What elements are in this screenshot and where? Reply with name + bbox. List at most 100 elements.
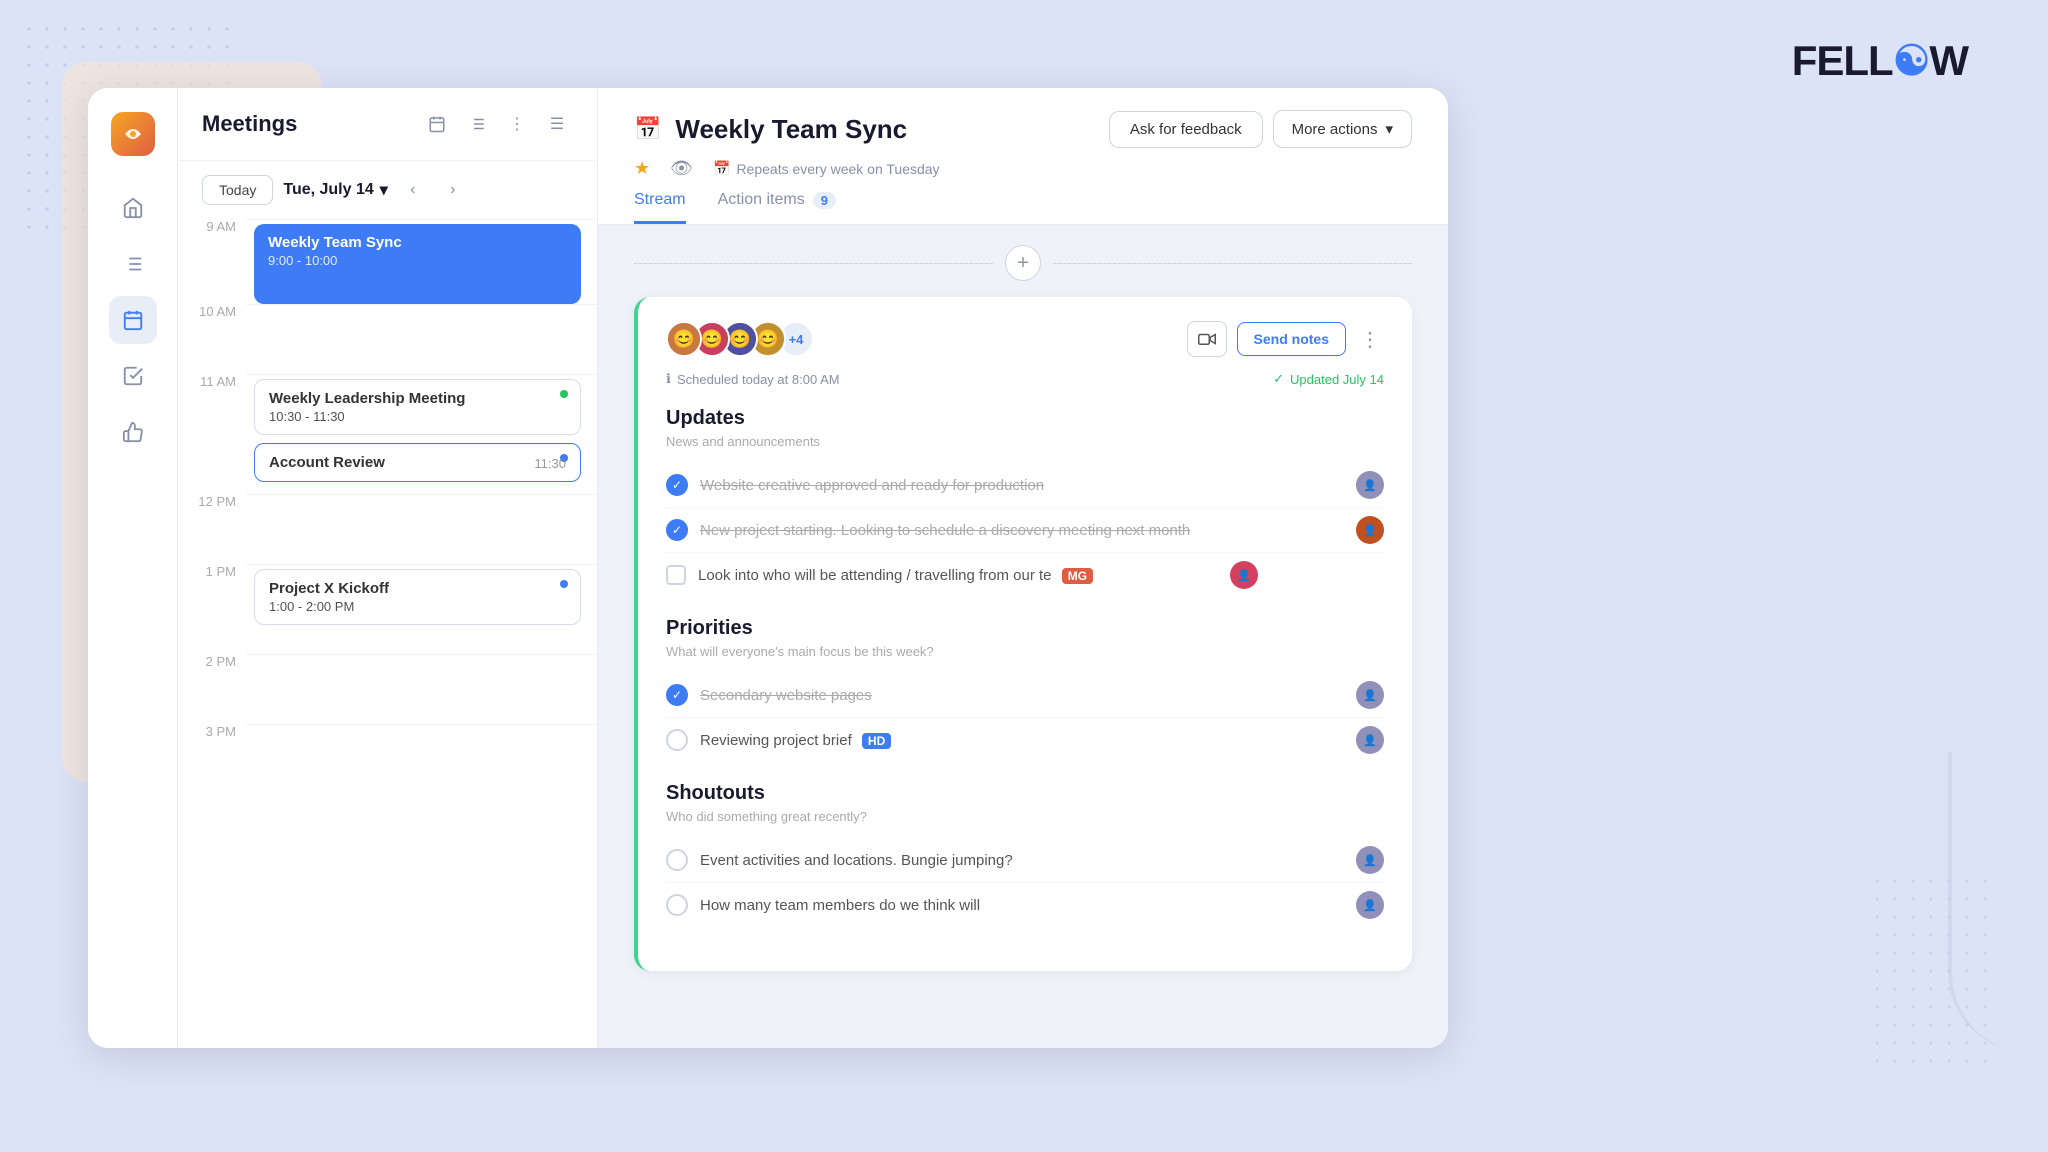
time-slot-11am: 11 AM Weekly Leadership Meeting 10:30 - … [178, 374, 597, 494]
card-meta: ℹ Scheduled today at 8:00 AM ✓ Updated J… [666, 371, 1384, 387]
section-title-updates: Updates [666, 407, 1384, 430]
background-curve [1948, 752, 2048, 1052]
scheduled-text: Scheduled today at 8:00 AM [677, 372, 840, 387]
section-subtitle-priorities: What will everyone's main focus be this … [666, 644, 1384, 659]
calendar-scroll: 9 AM Weekly Team Sync 9:00 - 10:00 10 AM… [178, 219, 597, 1048]
list-item: ✓ Secondary website pages 👤 [666, 673, 1384, 718]
check-icon: ✓ [1273, 371, 1284, 387]
check-icon: ✓ [666, 474, 688, 496]
item-avatar: 👤 [1356, 471, 1384, 499]
item-avatar: 👤 [1356, 726, 1384, 754]
tab-stream-label: Stream [634, 191, 686, 209]
sidebar-item-notes[interactable] [109, 240, 157, 288]
checkbox-icon[interactable] [666, 565, 686, 585]
event-title: Project X Kickoff [269, 580, 566, 597]
video-call-button[interactable] [1187, 321, 1227, 357]
repeat-calendar-icon: 📅 [713, 160, 730, 177]
sidebar-item-tasks[interactable] [109, 352, 157, 400]
event-weekly-team-sync[interactable]: Weekly Team Sync 9:00 - 10:00 [254, 224, 581, 304]
meeting-tabs: Stream Action items 9 [634, 191, 1412, 224]
app-container: Meetings [88, 88, 1448, 1048]
updated-text: Updated July 14 [1290, 372, 1384, 387]
circle-icon[interactable] [666, 729, 688, 751]
time-slot-1pm: 1 PM Project X Kickoff 1:00 - 2:00 PM [178, 564, 597, 654]
next-week-button[interactable]: › [438, 175, 468, 205]
item-avatar: 👤 [1356, 516, 1384, 544]
event-title: Account Review [269, 454, 385, 471]
chevron-down-icon: ▾ [380, 180, 388, 200]
circle-icon[interactable] [666, 894, 688, 916]
time-slot-2pm: 2 PM [178, 654, 597, 724]
date-picker[interactable]: Tue, July 14 ▾ [283, 180, 387, 200]
time-label-12pm: 12 PM [178, 494, 246, 564]
calendar-nav: Today Tue, July 14 ▾ ‹ › [178, 161, 597, 219]
event-weekly-leadership[interactable]: Weekly Leadership Meeting 10:30 - 11:30 [254, 379, 581, 435]
calendar-view-month-btn[interactable] [421, 108, 453, 140]
time-events-9am: Weekly Team Sync 9:00 - 10:00 [246, 219, 597, 304]
time-events-1pm: Project X Kickoff 1:00 - 2:00 PM [246, 564, 597, 654]
section-subtitle-shoutouts: Who did something great recently? [666, 809, 1384, 824]
add-section-row: + [634, 245, 1412, 281]
eye-icon[interactable]: 👁 [670, 158, 693, 179]
time-label-11am: 11 AM [178, 374, 246, 494]
more-actions-button[interactable]: More actions ▾ [1273, 110, 1412, 148]
time-events-2pm [246, 654, 597, 724]
event-dot-blue [560, 580, 568, 588]
calendar-more-btn[interactable]: ⋮ [501, 108, 533, 140]
item-avatar: 👤 [1356, 891, 1384, 919]
calendar-view-list-btn[interactable] [461, 108, 493, 140]
item-text: Secondary website pages [700, 687, 1344, 704]
tab-action-items[interactable]: Action items 9 [718, 191, 836, 224]
mg-badge: MG [1062, 568, 1093, 584]
calendar-title: Meetings [202, 111, 409, 137]
card-actions: Send notes ⋮ [1187, 321, 1384, 357]
current-date: Tue, July 14 [283, 181, 373, 199]
time-slot-9am: 9 AM Weekly Team Sync 9:00 - 10:00 [178, 219, 597, 304]
item-text: New project starting. Looking to schedul… [700, 522, 1344, 539]
prev-week-button[interactable]: ‹ [398, 175, 428, 205]
hd-badge: HD [862, 733, 891, 749]
calendar-menu-btn[interactable]: ☰ [541, 108, 573, 140]
event-time: 10:30 - 11:30 [269, 409, 566, 424]
stream-content: + 😊 😊 😊 😊 +4 [598, 225, 1448, 1048]
item-text: Event activities and locations. Bungie j… [700, 852, 1344, 869]
list-item: Reviewing project brief HD 👤 [666, 718, 1384, 762]
circle-icon[interactable] [666, 849, 688, 871]
card-top-row: 😊 😊 😊 😊 +4 [666, 321, 1384, 357]
meeting-meta-row: ★ 👁 📅 Repeats every week on Tuesday [634, 158, 1412, 179]
updates-section: Updates News and announcements ✓ Website… [666, 407, 1384, 597]
add-row-line-right [1053, 263, 1412, 264]
event-dot-green [560, 390, 568, 398]
sidebar-item-calendar[interactable] [109, 296, 157, 344]
sidebar-logo [111, 112, 155, 156]
item-text: Website creative approved and ready for … [700, 477, 1344, 494]
attendee-avatars: 😊 😊 😊 😊 +4 [666, 321, 806, 357]
add-row-line-left [634, 263, 993, 264]
sidebar-item-home[interactable] [109, 184, 157, 232]
chevron-down-icon: ▾ [1385, 120, 1393, 138]
item-avatar: 👤 [1356, 681, 1384, 709]
tab-stream[interactable]: Stream [634, 191, 686, 224]
sidebar [88, 88, 178, 1048]
card-more-button[interactable]: ⋮ [1356, 323, 1384, 356]
tab-action-items-label: Action items [718, 191, 805, 209]
today-button[interactable]: Today [202, 175, 273, 205]
event-account-review[interactable]: Account Review 11:30 [254, 443, 581, 482]
list-item: Look into who will be attending / travel… [666, 553, 1384, 597]
star-icon[interactable]: ★ [634, 158, 650, 179]
ask-feedback-button[interactable]: Ask for feedback [1109, 111, 1263, 148]
event-time: 9:00 - 10:00 [268, 253, 567, 268]
shoutouts-section: Shoutouts Who did something great recent… [666, 782, 1384, 927]
action-items-badge: 9 [813, 192, 836, 209]
add-section-button[interactable]: + [1005, 245, 1041, 281]
section-title-priorities: Priorities [666, 617, 1384, 640]
updated-info: ✓ Updated July 14 [1273, 371, 1384, 387]
send-notes-button[interactable]: Send notes [1237, 322, 1346, 356]
time-events-11am: Weekly Leadership Meeting 10:30 - 11:30 … [246, 374, 597, 494]
event-project-x[interactable]: Project X Kickoff 1:00 - 2:00 PM [254, 569, 581, 625]
info-icon: ℹ [666, 371, 671, 387]
sidebar-item-feedback[interactable] [109, 408, 157, 456]
event-title: Weekly Leadership Meeting [269, 390, 566, 407]
main-panel: 📅 Weekly Team Sync Ask for feedback More… [598, 88, 1448, 1048]
list-item: ✓ Website creative approved and ready fo… [666, 463, 1384, 508]
